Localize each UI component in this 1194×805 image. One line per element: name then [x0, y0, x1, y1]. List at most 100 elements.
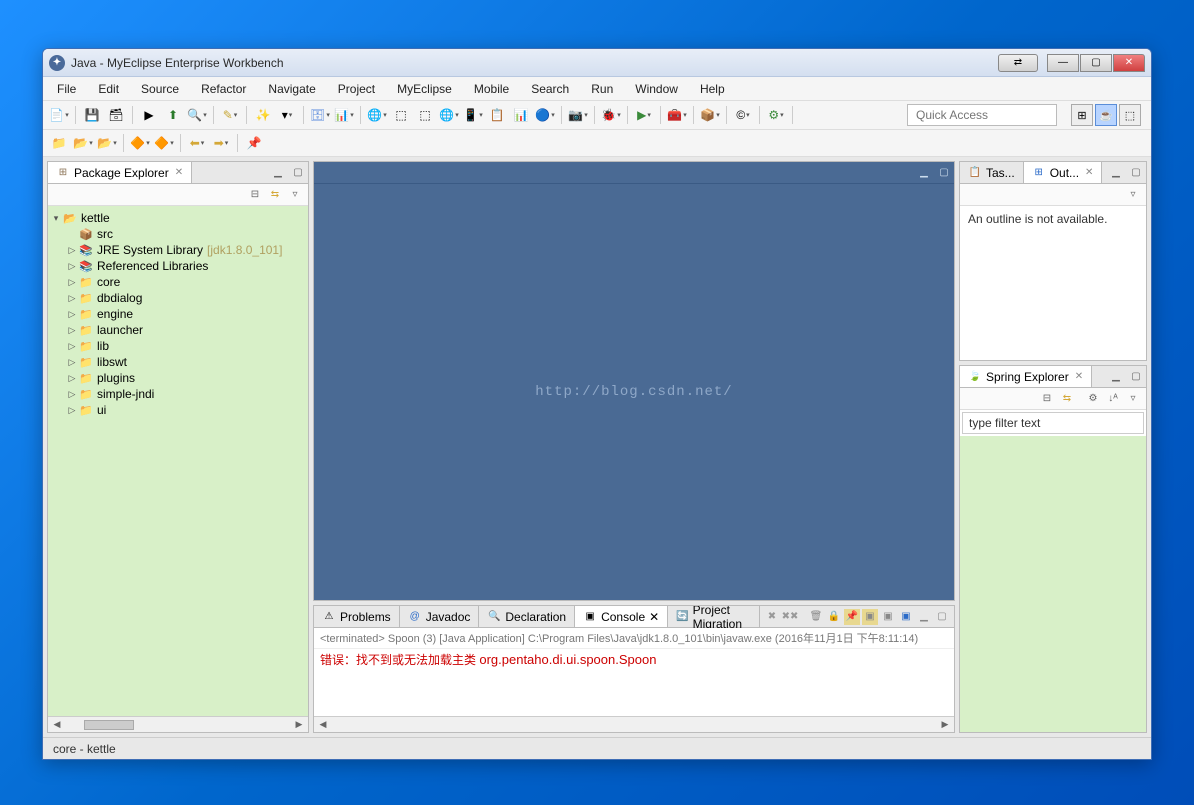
annotation-nav-icon[interactable]: 🔶 — [130, 133, 150, 153]
menu-myeclipse[interactable]: MyEclipse — [387, 79, 462, 99]
maximize-button[interactable]: ▢ — [1080, 54, 1112, 72]
console-scrollbar[interactable]: ◀ ▶ — [314, 716, 954, 732]
spring-menu-icon[interactable]: ▿ — [1124, 390, 1142, 408]
console-body[interactable]: 错误：找不到或无法加载主类 org.pentaho.di.ui.spoon.Sp… — [314, 649, 954, 716]
swap-button[interactable]: ⇄ — [998, 54, 1038, 72]
new-console-icon[interactable]: ▣ — [898, 609, 914, 625]
menu-source[interactable]: Source — [131, 79, 189, 99]
wand-button[interactable]: ✨ — [253, 105, 273, 125]
menu-mobile[interactable]: Mobile — [464, 79, 519, 99]
java-perspective-button[interactable]: ☕ — [1095, 104, 1117, 126]
spring-explorer-tab[interactable]: 🍃Spring Explorer✕ — [960, 366, 1092, 387]
expander-icon[interactable]: ▷ — [66, 245, 78, 256]
remove-launch-icon[interactable]: ✖ — [764, 609, 780, 625]
link-editor-icon[interactable]: ⇆ — [266, 186, 284, 204]
new-project-icon[interactable]: 📁 — [49, 133, 69, 153]
package-explorer-tab[interactable]: ⊞ Package Explorer ✕ — [48, 162, 192, 183]
back-button[interactable]: ⬅ — [187, 133, 207, 153]
close-icon[interactable]: ✕ — [175, 167, 183, 178]
spring-filter-icon[interactable]: ⚙ — [1084, 390, 1102, 408]
tree-node-simple-jndi[interactable]: ▷📁simple-jndi — [50, 386, 306, 402]
run-button[interactable]: ▶ — [634, 105, 654, 125]
tree-node-src[interactable]: 📦src — [50, 226, 306, 242]
open-type-button[interactable]: ✎ — [220, 105, 240, 125]
view-menu-icon[interactable]: ▿ — [286, 186, 304, 204]
me-button[interactable]: 🔵 — [535, 105, 555, 125]
expander-icon[interactable]: ▷ — [66, 277, 78, 288]
menu-refactor[interactable]: Refactor — [191, 79, 256, 99]
search-toolbar-button[interactable]: 🔍 — [187, 105, 207, 125]
close-button[interactable]: ✕ — [1113, 54, 1145, 72]
expander-icon[interactable]: ▷ — [66, 325, 78, 336]
tree-node-plugins[interactable]: ▷📁plugins — [50, 370, 306, 386]
new-class-button[interactable]: © — [733, 105, 753, 125]
outline-min-icon[interactable]: ▁ — [1108, 165, 1124, 181]
spring-min-icon[interactable]: ▁ — [1108, 369, 1124, 385]
deploy-button[interactable]: ⬆ — [163, 105, 183, 125]
report-button[interactable]: 📋 — [487, 105, 507, 125]
menu-run[interactable]: Run — [581, 79, 623, 99]
outline-tab[interactable]: ⊞Out...✕ — [1024, 162, 1103, 183]
ext-tools-button[interactable]: 🧰 — [667, 105, 687, 125]
project-label[interactable]: kettle — [81, 211, 110, 225]
minimize-button[interactable]: — — [1047, 54, 1079, 72]
editor-maximize-icon[interactable]: ▢ — [936, 165, 952, 181]
save-button[interactable]: 💾 — [82, 105, 102, 125]
struts-button[interactable]: ⬚ — [391, 105, 411, 125]
open-perspective-button[interactable]: ⊞ — [1071, 104, 1093, 126]
scroll-right-icon[interactable]: ▶ — [938, 719, 952, 730]
db-button[interactable]: 📊 — [334, 105, 354, 125]
spring-collapse-icon[interactable]: ⊟ — [1038, 390, 1056, 408]
app-button[interactable]: 📱 — [463, 105, 483, 125]
tree-node-libswt[interactable]: ▷📁libswt — [50, 354, 306, 370]
menu-navigate[interactable]: Navigate — [258, 79, 325, 99]
expander-icon[interactable]: ▷ — [66, 309, 78, 320]
open-project-icon[interactable]: 📂 — [73, 133, 93, 153]
collapse-all-icon[interactable]: ⊟ — [246, 186, 264, 204]
pin-button[interactable]: 📌 — [244, 133, 264, 153]
spring-max-icon[interactable]: ▢ — [1128, 369, 1144, 385]
minimize-view-icon[interactable]: ▁ — [270, 165, 286, 181]
j2ee-button[interactable]: 📊 — [511, 105, 531, 125]
remove-all-icon[interactable]: ✖✖ — [782, 609, 798, 625]
menu-window[interactable]: Window — [625, 79, 688, 99]
new-button[interactable]: 📄 — [49, 105, 69, 125]
scroll-left-icon[interactable]: ◀ — [50, 719, 64, 730]
myeclipse-perspective-button[interactable]: ⬚ — [1119, 104, 1141, 126]
spring-link-icon[interactable]: ⇆ — [1058, 390, 1076, 408]
expander-icon[interactable]: ▷ — [66, 373, 78, 384]
open-console-icon[interactable]: ▣ — [880, 609, 896, 625]
problems-tab[interactable]: ⚠Problems — [314, 606, 400, 627]
declaration-tab[interactable]: 🔍Declaration — [479, 606, 575, 627]
clear-console-icon[interactable]: 🗑 — [808, 609, 824, 625]
pin-console-icon[interactable]: 📌 — [844, 609, 860, 625]
browser-button[interactable]: 🌐 — [367, 105, 387, 125]
expander-icon[interactable]: ▷ — [66, 293, 78, 304]
console-tab[interactable]: ▣Console✕ — [575, 606, 668, 627]
gear-button[interactable]: ⚙ — [766, 105, 786, 125]
tree-node-lib[interactable]: ▷📁lib — [50, 338, 306, 354]
spring-sort-icon[interactable]: ↓ᴬ — [1104, 390, 1122, 408]
save-all-button[interactable]: 🗃 — [106, 105, 126, 125]
expander-icon[interactable]: ▷ — [66, 261, 78, 272]
close-icon[interactable]: ✕ — [1075, 371, 1083, 382]
scroll-left-icon[interactable]: ◀ — [316, 719, 330, 730]
maximize-view-icon[interactable]: ▢ — [290, 165, 306, 181]
scroll-thumb[interactable] — [84, 720, 134, 730]
editor-minimize-icon[interactable]: ▁ — [916, 165, 932, 181]
spring-button[interactable]: ⬚ — [415, 105, 435, 125]
menu-search[interactable]: Search — [521, 79, 579, 99]
spring-filter-input[interactable] — [962, 412, 1144, 434]
hibernate-button[interactable]: 🌐 — [439, 105, 459, 125]
tree-node-engine[interactable]: ▷📁engine — [50, 306, 306, 322]
tree-node-ui[interactable]: ▷📁ui — [50, 402, 306, 418]
tree-node-Referenced Libraries[interactable]: ▷📚Referenced Libraries — [50, 258, 306, 274]
menu-edit[interactable]: Edit — [88, 79, 129, 99]
menu-project[interactable]: Project — [328, 79, 385, 99]
horizontal-scrollbar[interactable]: ◀ ▶ — [48, 716, 308, 732]
launch-button[interactable]: ▶ — [139, 105, 159, 125]
expander-icon[interactable]: ▾ — [50, 213, 62, 224]
console-max-icon[interactable]: ▢ — [934, 609, 950, 625]
debug-button[interactable]: 🐞 — [601, 105, 621, 125]
camera-button[interactable]: 📷 — [568, 105, 588, 125]
